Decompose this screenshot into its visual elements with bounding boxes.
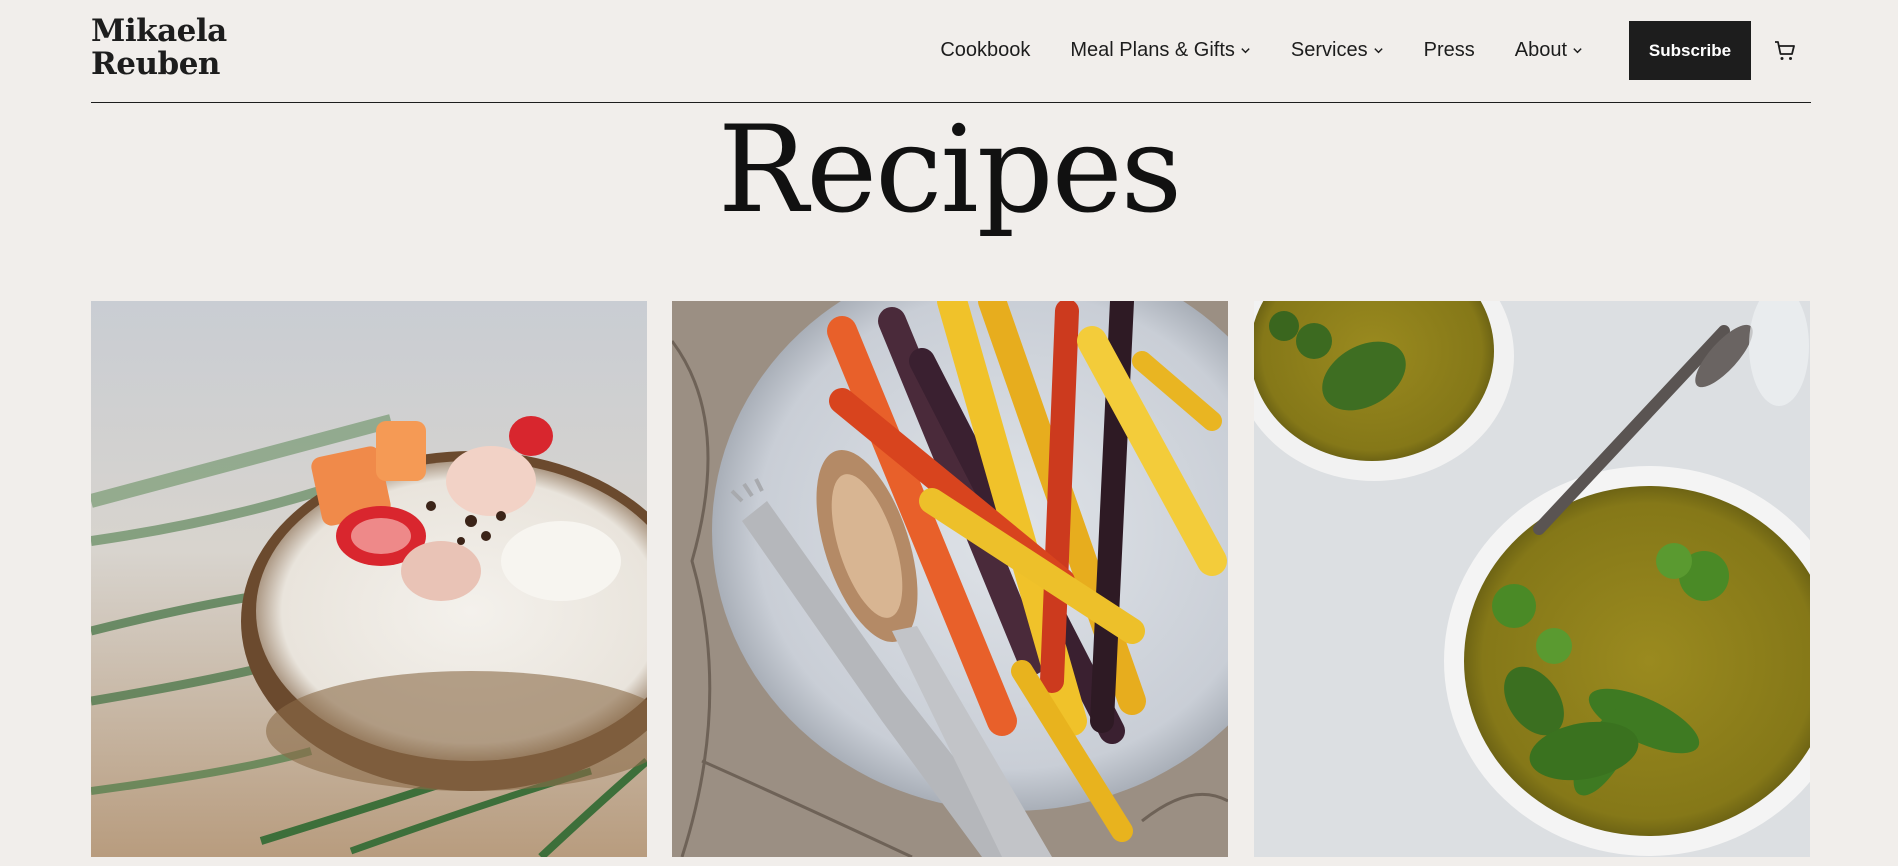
recipe-image-roasted-carrots	[672, 301, 1228, 857]
logo-line-2: Reuben	[91, 46, 220, 82]
page-title: Recipes	[717, 101, 1182, 240]
chevron-down-icon	[1573, 48, 1582, 54]
recipe-card[interactable]	[672, 301, 1228, 857]
chevron-down-icon	[1241, 48, 1250, 54]
recipe-card[interactable]	[1254, 301, 1810, 857]
logo-line-1: Mikaela	[91, 13, 227, 49]
nav-item-meal-plans-gifts[interactable]: Meal Plans & Gifts	[1070, 39, 1251, 62]
nav-item-label: Meal Plans & Gifts	[1070, 39, 1235, 61]
nav-item-label: Press	[1423, 39, 1475, 61]
site-logo[interactable]: Mikaela Reuben	[91, 15, 227, 81]
main-nav: Cookbook Meal Plans & Gifts Services Pre…	[940, 21, 1811, 80]
nav-item-services[interactable]: Services	[1291, 39, 1384, 62]
shopping-cart-icon[interactable]	[1773, 39, 1797, 63]
chevron-down-icon	[1373, 48, 1383, 54]
subscribe-button[interactable]: Subscribe	[1629, 21, 1751, 80]
nav-item-label: Services	[1290, 39, 1368, 61]
nav-item-press[interactable]: Press	[1424, 39, 1475, 62]
site-header: Mikaela Reuben Cookbook Meal Plans & Gif…	[91, 0, 1811, 103]
nav-item-about[interactable]: About	[1515, 39, 1583, 62]
recipe-image-coconut-bowl	[91, 301, 647, 857]
page: Mikaela Reuben Cookbook Meal Plans & Gif…	[0, 0, 1898, 866]
recipe-image-green-soup	[1254, 301, 1810, 857]
nav-item-label: About	[1514, 39, 1567, 61]
recipe-card[interactable]	[91, 301, 647, 857]
nav-item-label: Cookbook	[940, 39, 1031, 61]
nav-item-cookbook[interactable]: Cookbook	[940, 39, 1030, 62]
